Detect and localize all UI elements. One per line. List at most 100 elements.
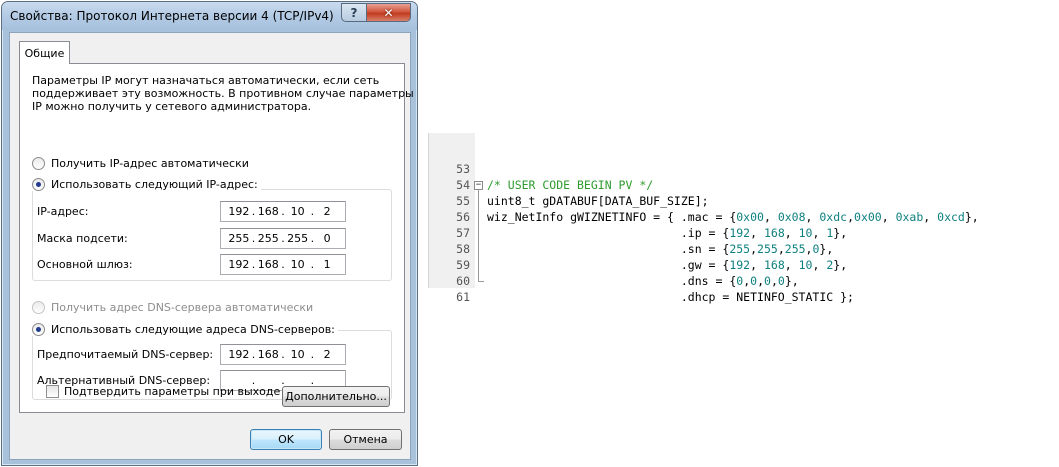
code-number: 0 <box>777 274 785 288</box>
octet: 255 <box>287 232 309 245</box>
octet: 168 <box>257 258 279 271</box>
code-number: 10 <box>798 258 813 272</box>
subnet-mask-label: Маска подсети: <box>37 232 128 245</box>
code-text: .sn = {255,255,255,0}, <box>487 242 834 256</box>
dns-manual-label: Использовать следующие адреса DNS-сервер… <box>51 323 335 336</box>
code-number: 0xab <box>895 210 924 224</box>
octet: 255 <box>257 232 279 245</box>
window-title: Свойства: Протокол Интернета версии 4 (T… <box>10 9 334 23</box>
advanced-button[interactable]: Дополнительно... <box>282 386 390 407</box>
code-text: .gw = {192, 168, 10, 2}, <box>487 258 848 272</box>
preferred-dns-label: Предпочитаемый DNS-сервер: <box>37 348 214 361</box>
octet: 2 <box>323 205 331 218</box>
octet: 255 <box>228 232 250 245</box>
octet: 192 <box>228 205 250 218</box>
octet: 192 <box>228 348 250 361</box>
fold-end-marker <box>478 281 484 282</box>
code-number: 192 <box>729 226 751 240</box>
gateway-field[interactable]: 192. 168. 10. 1 <box>220 254 346 275</box>
code-line: 53 /* USER CODE BEGIN PV */ <box>428 145 653 192</box>
code-number: 0 <box>736 274 744 288</box>
code-number: 168 <box>763 258 785 272</box>
code-line: 57 .sn = {255,255,255,0}, <box>428 209 833 256</box>
code-number: 10 <box>798 226 813 240</box>
code-line: 59 .dns = {0,0,0,0}, <box>428 241 799 288</box>
code-line: 58 .gw = {192, 168, 10, 2}, <box>428 225 847 272</box>
help-button[interactable]: ? <box>341 3 367 22</box>
ip-manual-option[interactable]: Использовать следующий IP-адрес: <box>32 178 261 191</box>
title-bar[interactable]: Свойства: Протокол Интернета версии 4 (T… <box>2 2 417 30</box>
code-number: 168 <box>763 226 785 240</box>
code-text: .ip = {192, 168, 10, 1}, <box>487 226 848 240</box>
code-number: 0x00 <box>736 210 764 224</box>
subnet-mask-field[interactable]: 255. 255. 255. 0 <box>220 228 346 249</box>
code-text: uint8_t gDATABUF[DATA_BUF_SIZE]; <box>487 194 709 208</box>
dns-auto-label: Получить адрес DNS-сервера автоматически <box>51 301 314 314</box>
line-number: 52 <box>428 127 442 135</box>
description-line: Параметры IP могут назначаться автоматич… <box>32 74 380 87</box>
description-text: Параметры IP могут назначаться автоматич… <box>32 74 414 113</box>
code-number: 0xdc <box>819 210 848 224</box>
cancel-button[interactable]: Отмена <box>329 429 402 450</box>
octet: 0 <box>323 232 331 245</box>
tab-general[interactable]: Общие <box>19 41 70 64</box>
general-tab-panel: Параметры IP могут назначаться автоматич… <box>19 63 414 413</box>
code-line: 56 .ip = {192, 168, 10, 1}, <box>428 193 847 240</box>
code-number: 1 <box>826 226 834 240</box>
octet: 2 <box>323 348 331 361</box>
code-number: 0 <box>764 274 771 288</box>
ip-address-label: IP-адрес: <box>37 205 89 218</box>
octet: 192 <box>228 258 250 271</box>
collapse-icon[interactable]: − <box>474 181 483 190</box>
dialog-client-area: Общие Параметры IP могут назначаться авт… <box>9 32 414 460</box>
validate-on-exit-checkbox[interactable] <box>46 385 59 398</box>
code-number: 0 <box>812 242 820 256</box>
code-number: 0x00 <box>854 210 882 224</box>
close-icon: ✕ <box>383 5 394 20</box>
ip-address-field[interactable]: 192. 168. 10. 2 <box>220 201 346 222</box>
description-line: IP можно получить у сетевого администрат… <box>32 100 312 113</box>
fold-guide-line <box>478 186 479 281</box>
preferred-dns-field[interactable]: 192. 168. 10. 2 <box>220 344 346 365</box>
ip-auto-radio[interactable] <box>32 157 45 170</box>
validate-on-exit-option[interactable]: Подтвердить параметры при выходе <box>46 385 280 398</box>
ip-manual-label: Использовать следующий IP-адрес: <box>51 178 258 191</box>
gateway-label: Основной шлюз: <box>37 258 133 271</box>
octet: 10 <box>290 205 305 218</box>
code-number: 255 <box>757 242 778 256</box>
octet: 168 <box>257 348 279 361</box>
code-line: 52 <box>428 127 442 135</box>
octet: 10 <box>290 258 305 271</box>
octet: 168 <box>257 205 279 218</box>
ip-auto-label: Получить IP-адрес автоматически <box>51 157 249 170</box>
tcpip-properties-dialog: Свойства: Протокол Интернета версии 4 (T… <box>1 1 418 466</box>
code-number: 0x08 <box>777 210 806 224</box>
code-text: wiz_NetInfo gWIZNETINFO = { .mac = {0x00… <box>487 210 979 224</box>
code-number: 0xcd <box>937 210 965 224</box>
description-line: поддерживает эту возможность. В противно… <box>32 87 414 100</box>
dns-auto-radio <box>32 301 45 314</box>
code-text: .dns = {0,0,0,0}, <box>487 274 799 288</box>
code-line: 54 uint8_t gDATABUF[DATA_BUF_SIZE]; <box>428 161 708 208</box>
code-line: 55 wiz_NetInfo gWIZNETINFO = { .mac = {0… <box>428 177 979 224</box>
line-number: 61 <box>456 290 470 304</box>
validate-on-exit-label: Подтвердить параметры при выходе <box>64 385 281 398</box>
code-comment: /* USER CODE BEGIN PV */ <box>487 178 654 192</box>
octet: 10 <box>290 348 305 361</box>
code-line: 60 .dhcp = NETINFO_STATIC }; <box>428 257 854 304</box>
code-number: 255 <box>784 242 806 256</box>
ip-auto-option[interactable]: Получить IP-адрес автоматически <box>32 157 249 170</box>
code-number: 2 <box>826 258 834 272</box>
octet: 1 <box>323 258 331 271</box>
dns-manual-option[interactable]: Использовать следующие адреса DNS-сервер… <box>32 323 338 336</box>
dns-manual-radio[interactable] <box>32 323 45 336</box>
ip-manual-radio[interactable] <box>32 178 45 191</box>
code-text: .dhcp = NETINFO_STATIC }; <box>487 290 854 304</box>
code-line: 61 <box>428 273 470 304</box>
code-number: 0 <box>750 274 758 288</box>
ok-button[interactable]: OK <box>250 429 322 450</box>
code-number: 192 <box>729 258 751 272</box>
code-number: 255 <box>729 242 751 256</box>
close-button[interactable]: ✕ <box>366 3 411 22</box>
dns-auto-option: Получить адрес DNS-сервера автоматически <box>32 301 313 314</box>
